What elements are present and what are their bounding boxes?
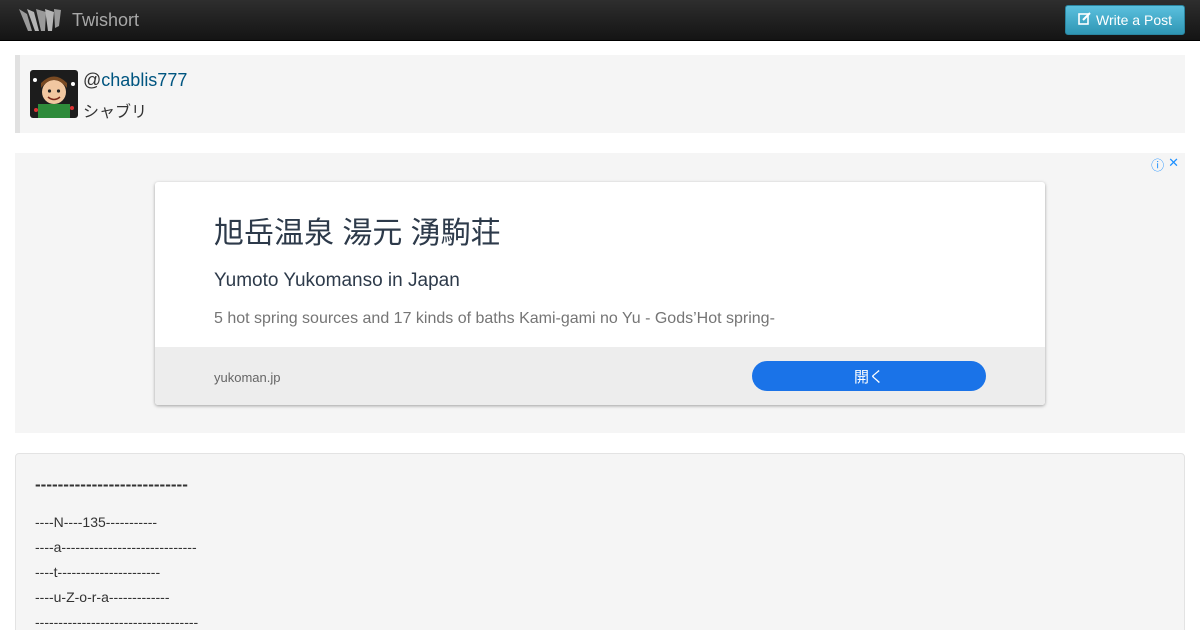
at-sign: @ <box>83 70 102 90</box>
ad-subtitle: Yumoto Yukomanso in Japan <box>214 270 460 291</box>
brand-name: Twishort <box>72 9 140 30</box>
ad-description: 5 hot spring sources and 17 kinds of bat… <box>214 310 775 327</box>
post-heading: --------------------------- <box>35 475 188 494</box>
ad-card[interactable]: 旭岳温泉 湯元 湧駒荘 Yumoto Yukomanso in Japan 5 … <box>155 182 1045 405</box>
top-navbar: Twishort Write a Post <box>0 0 1200 41</box>
profile-handle: @chablis777 <box>83 70 187 91</box>
ad-close-icon[interactable]: ✕ <box>1168 155 1179 174</box>
write-post-button[interactable]: Write a Post <box>1065 5 1185 35</box>
profile-card: @chablis777 シャブリ <box>15 55 1185 133</box>
avatar[interactable] <box>30 70 78 118</box>
ad-open-button[interactable]: 開く <box>752 361 986 391</box>
post-body: --------------------------- ----N----135… <box>15 453 1185 630</box>
profile-display-name: シャブリ <box>83 104 148 121</box>
post-lines: ----N----135----------- ----a-----------… <box>35 510 198 630</box>
post-line: ----a----------------------------- <box>35 539 197 555</box>
ad-container: ⓘ ✕ 旭岳温泉 湯元 湧駒荘 Yumoto Yukomanso in Japa… <box>15 153 1185 433</box>
ad-info-icon[interactable]: ⓘ <box>1151 155 1164 174</box>
post-line: ----------------------------------- <box>35 614 199 630</box>
ad-title: 旭岳温泉 湯元 湧駒荘 <box>214 217 501 250</box>
brand[interactable]: Twishort <box>18 5 139 35</box>
write-post-label: Write a Post <box>1096 12 1172 28</box>
ad-domain: yukoman.jp <box>214 370 281 385</box>
post-line: ----u-Z-o-r-a------------- <box>35 589 170 605</box>
edit-icon <box>1078 12 1091 28</box>
twishort-logo-icon <box>18 6 62 34</box>
ad-choices: ⓘ ✕ <box>1151 155 1179 174</box>
ad-footer: yukoman.jp 開く <box>155 347 1045 405</box>
post-line: ----t---------------------- <box>35 564 161 580</box>
post-line: ----N----135----------- <box>35 514 158 530</box>
profile-handle-link[interactable]: chablis777 <box>101 70 187 90</box>
